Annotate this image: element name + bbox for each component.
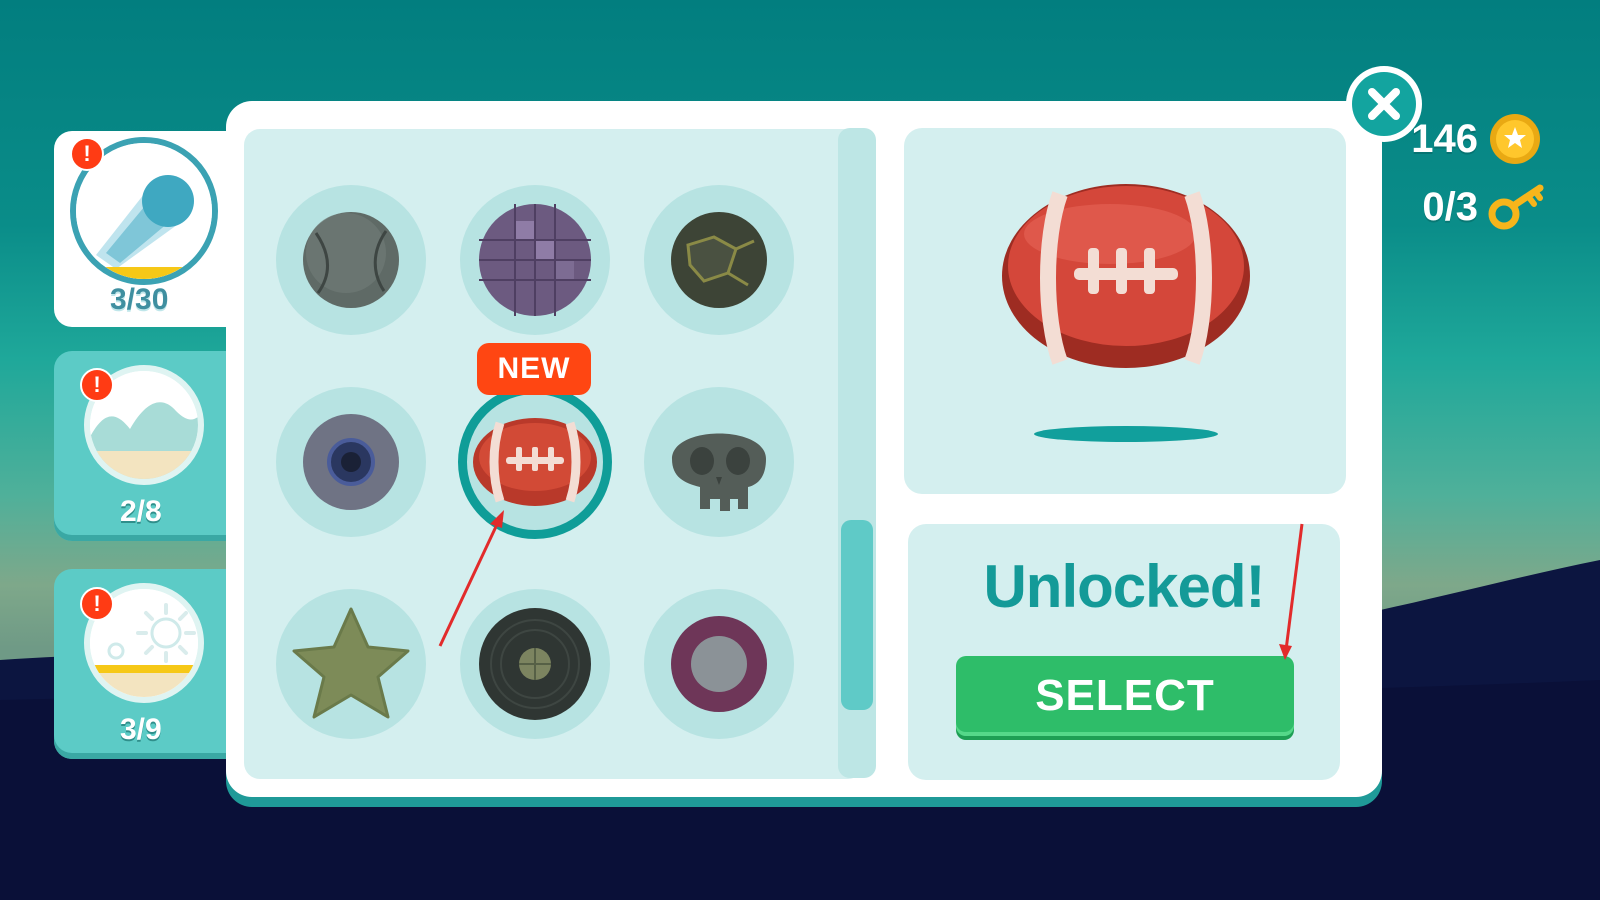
alert-badge-trails: ! bbox=[70, 137, 104, 171]
key-icon bbox=[1488, 184, 1544, 230]
ball-slot-star[interactable] bbox=[276, 589, 426, 739]
coin-icon bbox=[1490, 114, 1540, 164]
ball-slot-stone[interactable] bbox=[276, 185, 426, 335]
grid-scrollbar[interactable] bbox=[838, 128, 876, 778]
new-badge: NEW bbox=[477, 343, 591, 395]
alert-badge-terrain: ! bbox=[80, 368, 114, 402]
ring-icon bbox=[671, 616, 767, 712]
coin-counter: 146 bbox=[1390, 112, 1542, 166]
eyeball-icon bbox=[303, 414, 399, 510]
alert-badge-weather: ! bbox=[80, 587, 114, 621]
weather-count: 3/9 bbox=[120, 713, 162, 746]
unlocked-title: Unlocked! bbox=[983, 553, 1265, 620]
ball-slot-football[interactable] bbox=[458, 385, 612, 539]
key-counter: 0/3 bbox=[1390, 182, 1548, 232]
disco-ball-icon bbox=[479, 204, 591, 316]
ball-slot-ring[interactable] bbox=[644, 589, 794, 739]
vinyl-record-icon bbox=[479, 608, 591, 720]
coin-count: 146 bbox=[1411, 116, 1478, 161]
ball-slot-eyeball[interactable] bbox=[276, 387, 426, 537]
ball-slot-skull[interactable] bbox=[644, 387, 794, 537]
ball-grid: NEW bbox=[244, 129, 864, 779]
football-icon bbox=[1002, 184, 1250, 442]
select-button[interactable]: SELECT bbox=[956, 656, 1294, 736]
ball-slot-lava-rock[interactable] bbox=[644, 185, 794, 335]
lava-rock-ball-icon bbox=[671, 212, 767, 308]
ball-slot-disco[interactable] bbox=[460, 185, 610, 335]
ball-slot-vinyl[interactable] bbox=[460, 589, 610, 739]
key-count: 0/3 bbox=[1422, 184, 1478, 229]
stone-ball-icon bbox=[303, 212, 399, 308]
unlock-status: Unlocked! SELECT bbox=[908, 524, 1340, 780]
skull-icon bbox=[672, 433, 766, 511]
selection-ring bbox=[458, 385, 612, 539]
scrollbar-thumb[interactable] bbox=[841, 520, 873, 710]
terrain-count: 2/8 bbox=[120, 495, 162, 528]
star-icon bbox=[292, 607, 410, 719]
trails-count: 3/30 bbox=[110, 283, 169, 316]
item-preview bbox=[904, 128, 1346, 494]
